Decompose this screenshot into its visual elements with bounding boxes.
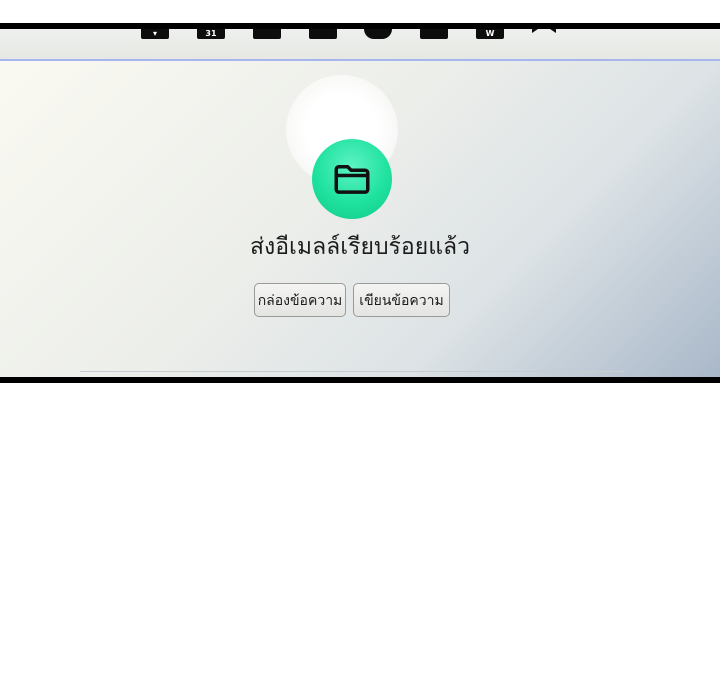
document-icon[interactable] (309, 29, 337, 39)
list-icon[interactable] (253, 29, 281, 39)
status-badge (312, 139, 392, 219)
divider (80, 371, 624, 372)
shield-icon[interactable] (364, 29, 392, 39)
app-window-frame: ▾ 31 W ส่งอีเมลล์เรียบร้อยแล้ว กล่องข้อค… (0, 23, 720, 383)
folder-icon (334, 165, 370, 194)
grid-icon[interactable] (420, 29, 448, 39)
word-icon[interactable]: W (476, 29, 504, 39)
tool-icon-1[interactable]: ▾ (141, 29, 169, 39)
success-message: ส่งอีเมลล์เรียบร้อยแล้ว (249, 234, 471, 260)
confirmation-panel: ▾ 31 W ส่งอีเมลล์เรียบร้อยแล้ว กล่องข้อค… (0, 29, 720, 377)
bookmark-icon[interactable] (532, 29, 556, 33)
compose-button[interactable]: เขียนข้อความ (353, 283, 450, 317)
calendar-icon[interactable]: 31 (197, 29, 225, 39)
inbox-button[interactable]: กล่องข้อความ (254, 283, 346, 317)
top-toolbar: ▾ 31 W (0, 29, 720, 61)
